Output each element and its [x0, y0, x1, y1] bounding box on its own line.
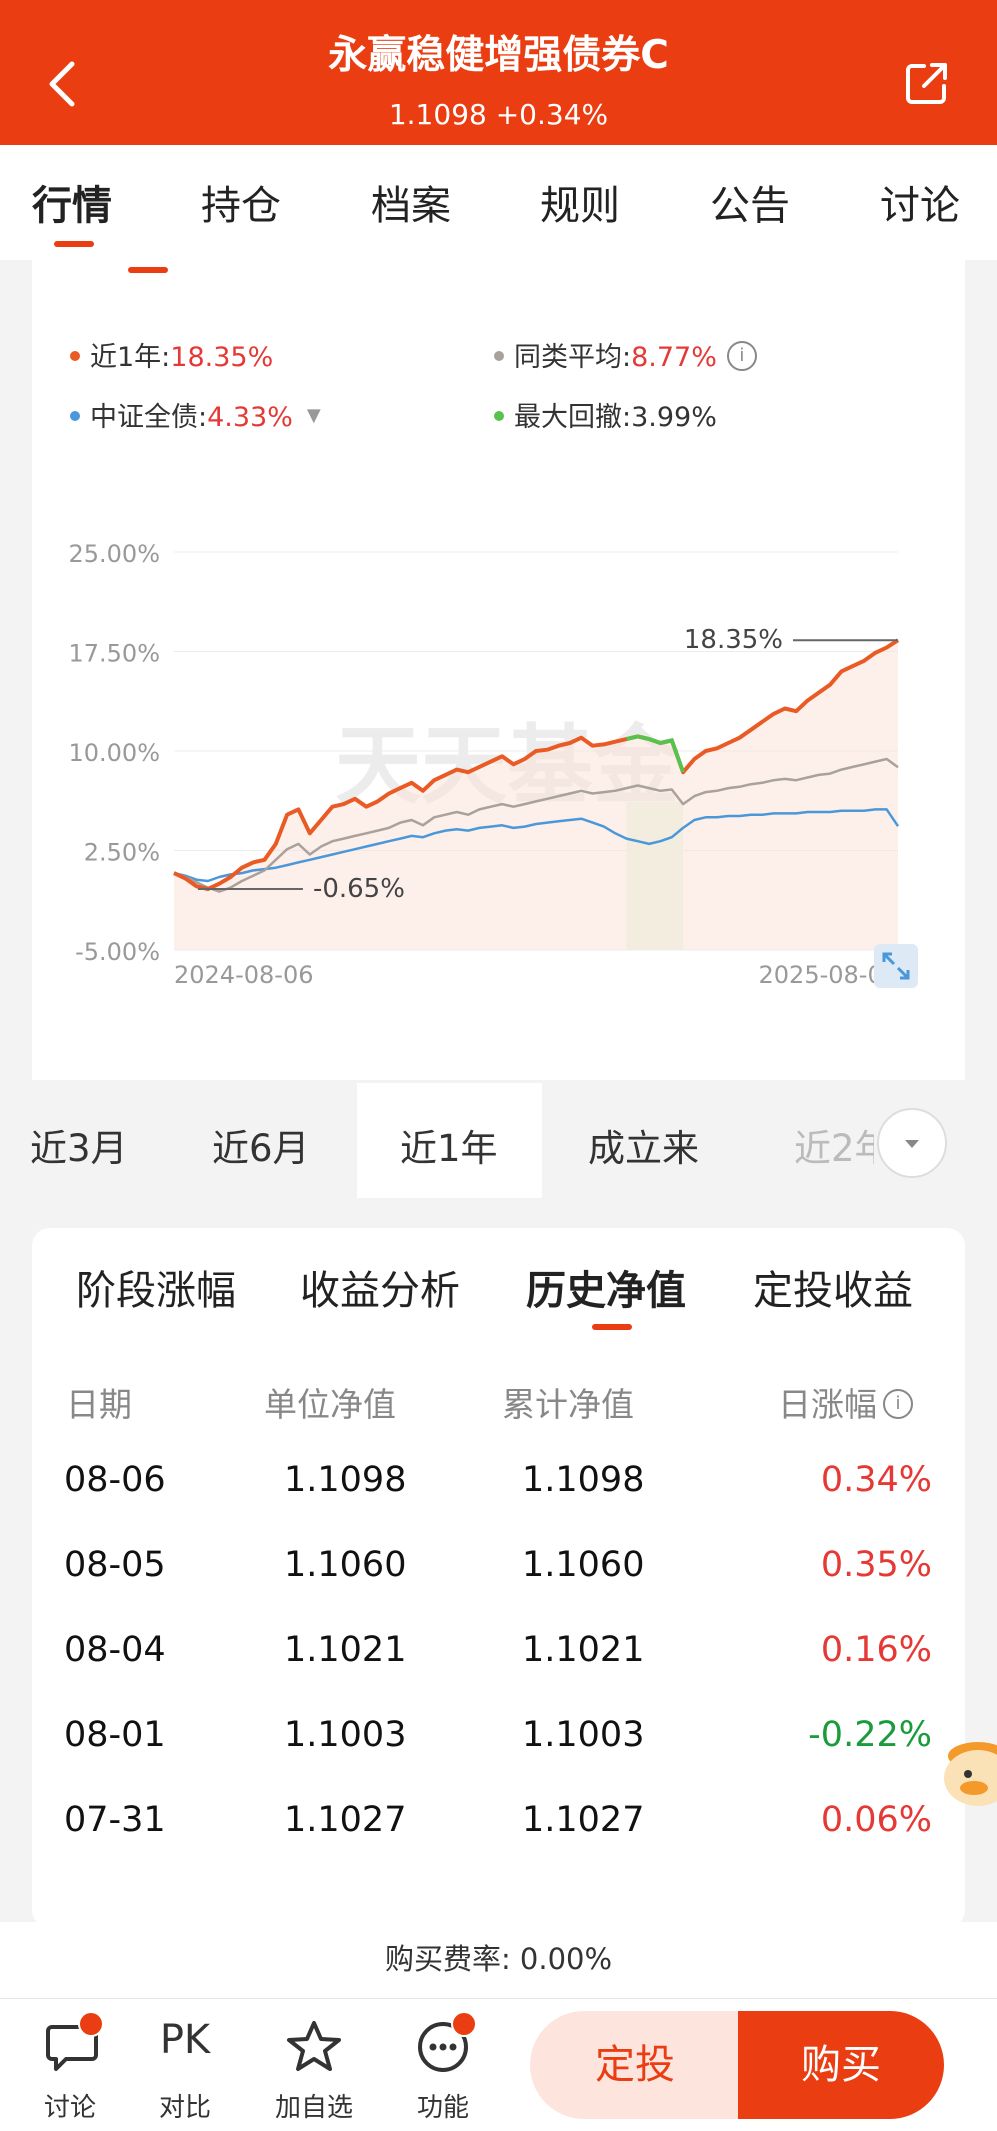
sip-button[interactable]: 定投	[530, 2011, 740, 2119]
y-tick-label: 2.50%	[84, 839, 160, 867]
table-row[interactable]: 07-31 1.1027 1.1027 0.06%	[32, 1800, 965, 1860]
expand-button[interactable]	[874, 944, 918, 988]
tab-active-indicator	[54, 241, 94, 247]
nav-history-card: 阶段涨幅 收益分析 历史净值 定投收益 日期 单位净值 累计净值 日涨幅 i 08…	[32, 1228, 965, 1928]
tab-discussion[interactable]: 讨论	[880, 173, 960, 231]
row-acc-nav: 1.1027	[522, 1800, 645, 1840]
tab-rules[interactable]: 规则	[540, 173, 620, 231]
legend-one-year: 近1年:18.35%	[70, 335, 273, 374]
discuss-button[interactable]: 讨论	[20, 1999, 120, 2131]
row-daily-change: 0.35%	[820, 1545, 932, 1585]
period-3m[interactable]: 近3月	[30, 1118, 128, 1172]
period-2y[interactable]: 近2年	[794, 1118, 874, 1172]
row-date: 08-05	[64, 1545, 166, 1585]
row-daily-change: 0.16%	[820, 1630, 932, 1670]
row-unit-nav: 1.1021	[284, 1630, 407, 1670]
row-unit-nav: 1.1098	[284, 1460, 407, 1500]
page-title: 永赢稳健增强债券C	[328, 33, 669, 78]
period-6m[interactable]: 近6月	[212, 1118, 310, 1172]
info-icon[interactable]: i	[883, 1388, 913, 1419]
nav-subtitle: 1.1098 +0.34%	[388, 98, 609, 131]
performance-chart: 25.00%17.50%10.00%2.50%-5.00%天天基金18.35%-…	[68, 540, 900, 989]
table-row[interactable]: 08-06 1.1098 1.1098 0.34%	[32, 1460, 965, 1520]
expand-icon	[882, 952, 910, 980]
row-daily-change: 0.06%	[820, 1800, 932, 1840]
navtab-sip-return[interactable]: 定投收益	[753, 1258, 913, 1316]
fund-area	[174, 640, 898, 950]
legend-dot	[70, 350, 80, 361]
notification-dot	[451, 2011, 477, 2037]
legend-dot	[494, 410, 504, 421]
row-unit-nav: 1.1027	[284, 1800, 407, 1840]
row-daily-change: 0.34%	[820, 1460, 932, 1500]
period-since-inception[interactable]: 成立来	[588, 1118, 699, 1172]
chart-section-indicator	[128, 267, 168, 273]
compare-button[interactable]: PK 对比	[135, 1999, 235, 2131]
functions-button[interactable]: 功能	[393, 1999, 493, 2131]
mascot-avatar[interactable]	[938, 1726, 997, 1812]
table-row[interactable]: 08-05 1.1060 1.1060 0.35%	[32, 1545, 965, 1605]
col-date: 日期	[66, 1385, 132, 1424]
legend-dot	[70, 410, 80, 421]
pk-icon: PK	[159, 2017, 211, 2063]
caret-down-icon[interactable]: ▼	[307, 405, 321, 426]
row-acc-nav: 1.1060	[522, 1545, 645, 1585]
share-button[interactable]	[904, 60, 950, 106]
navtab-active-indicator	[592, 1324, 632, 1330]
period-selector: 近3月 近6月 近1年 成立来 近2年	[30, 1083, 965, 1198]
bottom-bar: 讨论 PK 对比 加自选 功能 定投 购买	[0, 1998, 997, 2131]
legend-peer-average: 同类平均:8.77% i	[494, 335, 757, 374]
x-start-label: 2024-08-06	[174, 961, 313, 989]
mascot-icon	[944, 1742, 997, 1806]
legend-max-drawdown: 最大回撤:3.99%	[494, 395, 717, 434]
fee-bar: 购买费率: 0.00%	[0, 1922, 997, 1998]
row-acc-nav: 1.1021	[522, 1630, 645, 1670]
star-icon	[287, 2021, 341, 2071]
share-icon	[906, 63, 947, 104]
tab-market[interactable]: 行情	[32, 173, 112, 231]
row-date: 07-31	[64, 1800, 166, 1840]
main-tabs: 行情 持仓 档案 规则 公告 讨论	[0, 145, 997, 260]
period-1y[interactable]: 近1年	[400, 1118, 498, 1172]
row-unit-nav: 1.1060	[284, 1545, 407, 1585]
row-date: 08-01	[64, 1715, 166, 1755]
row-acc-nav: 1.1098	[522, 1460, 645, 1500]
y-tick-label: -5.00%	[75, 938, 160, 966]
col-unit-nav: 单位净值	[264, 1385, 396, 1424]
tab-announcements[interactable]: 公告	[710, 173, 790, 231]
row-daily-change: -0.22%	[808, 1715, 932, 1755]
y-tick-label: 17.50%	[68, 640, 160, 668]
y-tick-label: 25.00%	[68, 540, 160, 568]
navtab-stage-return[interactable]: 阶段涨幅	[76, 1258, 236, 1316]
row-unit-nav: 1.1003	[284, 1715, 407, 1755]
min-annotation: -0.65%	[313, 874, 405, 904]
row-date: 08-06	[64, 1460, 166, 1500]
table-row[interactable]: 08-01 1.1003 1.1003 -0.22%	[32, 1715, 965, 1775]
tab-profile[interactable]: 档案	[371, 173, 451, 231]
y-tick-label: 10.00%	[68, 739, 160, 767]
buy-button[interactable]: 购买	[738, 2011, 944, 2119]
chevron-down-icon	[905, 1140, 919, 1148]
max-annotation: 18.35%	[684, 625, 783, 655]
purchase-fee: 购买费率: 0.00%	[384, 1942, 613, 1976]
navtab-history-nav[interactable]: 历史净值	[526, 1258, 686, 1316]
legend-dot	[494, 350, 504, 361]
table-row[interactable]: 08-04 1.1021 1.1021 0.16%	[32, 1630, 965, 1690]
row-date: 08-04	[64, 1630, 166, 1670]
col-daily-change: 日涨幅 i	[778, 1378, 913, 1426]
period-more-button[interactable]	[877, 1108, 947, 1178]
row-acc-nav: 1.1003	[522, 1715, 645, 1755]
info-icon[interactable]: i	[726, 340, 757, 371]
tab-holdings[interactable]: 持仓	[201, 173, 281, 231]
notification-dot	[78, 2011, 104, 2037]
col-acc-nav: 累计净值	[502, 1385, 634, 1424]
header: 永赢稳健增强债券C 1.1098 +0.34%	[0, 0, 997, 145]
legend-index[interactable]: 中证全债:4.33% ▼	[70, 395, 321, 434]
add-watchlist-button[interactable]: 加自选	[264, 1999, 364, 2131]
navtab-return-analysis[interactable]: 收益分析	[300, 1258, 460, 1316]
chart-card: 近1年:18.35% 同类平均:8.77% i 中证全债:4.33% ▼ 最大回撤:…	[32, 260, 965, 1080]
